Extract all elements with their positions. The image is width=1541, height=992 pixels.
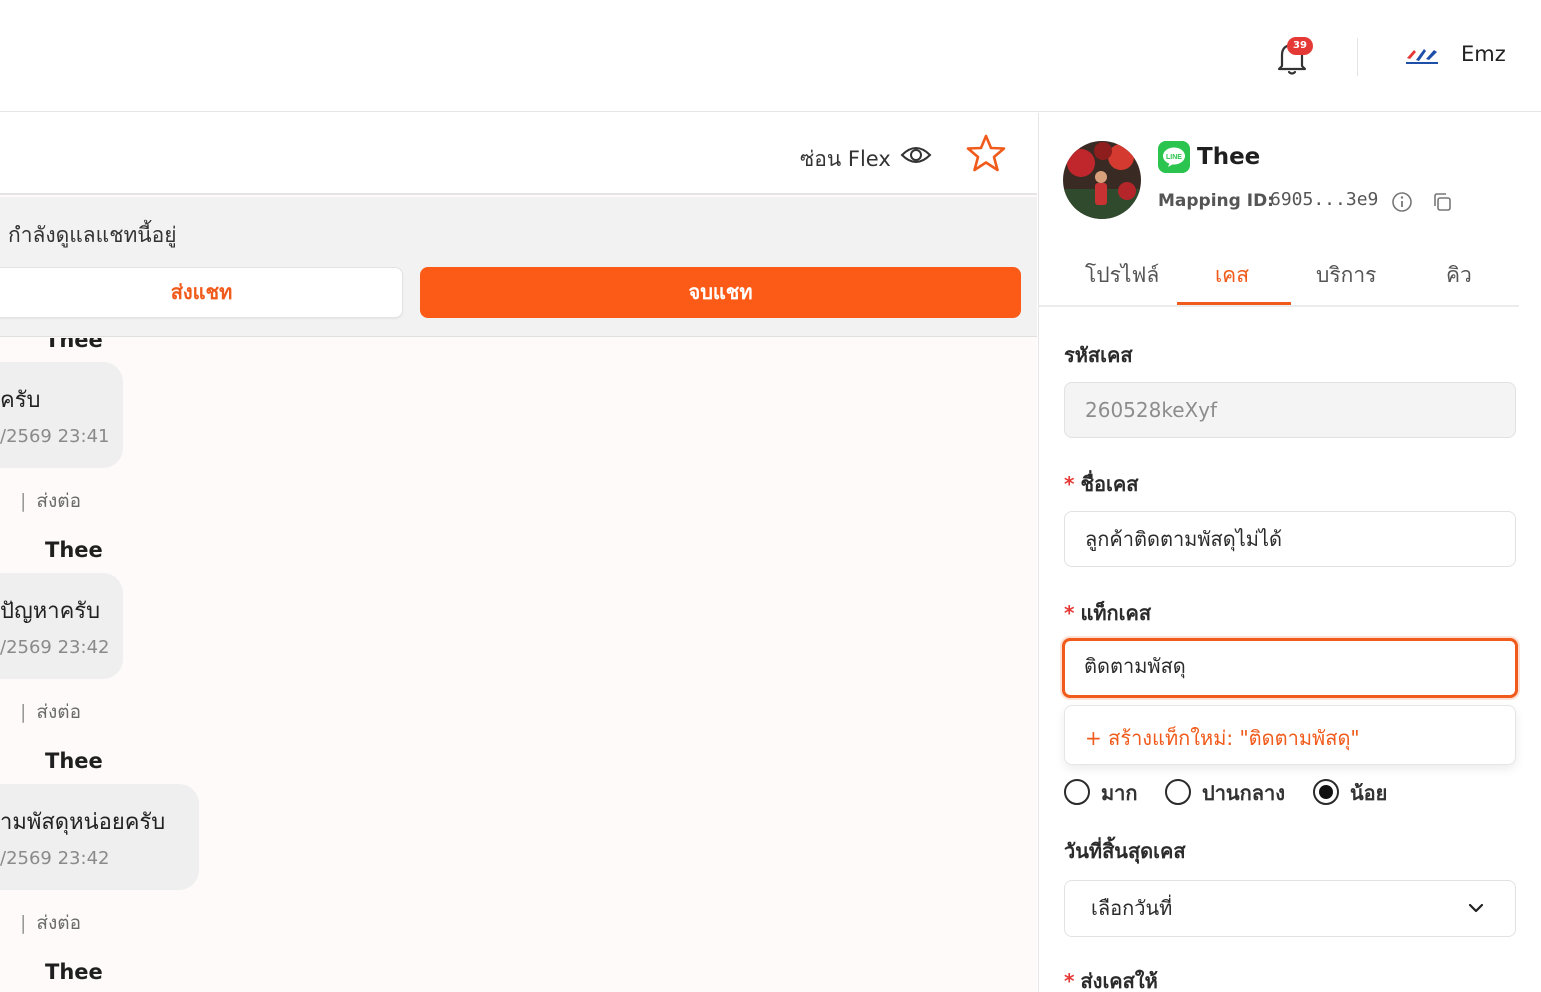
case-tag-label-text: แท็กเคส [1080, 601, 1152, 625]
message-text: ามพัสดุหน่อยครับ [0, 810, 166, 835]
company-logo [1406, 49, 1438, 64]
message-sender: Thee [45, 538, 103, 562]
top-header: 39 Emz [0, 0, 1541, 112]
care-status-text: กำลังดูแลแชทนี้อยู่ [8, 223, 177, 247]
message-actions: | ส่งต่อ [0, 908, 81, 938]
case-id-field: 260528keXyf [1064, 382, 1516, 438]
due-date-select[interactable]: เลือกวันที่ [1064, 880, 1516, 937]
due-date-placeholder: เลือกวันที่ [1091, 896, 1173, 920]
contact-name: Thee [1197, 144, 1261, 170]
message-sender: Thee [45, 960, 103, 984]
tab-case[interactable]: เคส [1215, 259, 1249, 292]
tag-suggestion-dropdown: + สร้างแท็กใหม่: "ติดตามพัสดุ" [1064, 705, 1516, 765]
forward-link[interactable]: ส่งต่อ [36, 490, 81, 512]
mapping-id-label: Mapping ID: [1158, 191, 1274, 211]
copy-icon[interactable] [1431, 191, 1453, 213]
radio-circle[interactable] [1165, 779, 1191, 805]
radio-label: ปานกลาง [1202, 781, 1285, 805]
chat-toolbar: ซ่อน Flex [0, 113, 1037, 195]
star-icon[interactable] [966, 133, 1006, 173]
chat-care-bar: กำลังดูแลแชทนี้อยู่ ส่งแชท จบแชท [0, 197, 1037, 337]
assign-case-label-text: ส่งเคสให้ [1080, 969, 1158, 992]
message-bubble: ามพัสดุหน่อยครับ /2569 23:42 [0, 784, 199, 890]
send-chat-button[interactable]: ส่งแชท [0, 267, 403, 318]
case-name-label: * ชื่อเคส [1064, 468, 1138, 500]
header-divider [1357, 38, 1358, 76]
radio-circle[interactable] [1064, 779, 1090, 805]
end-chat-button[interactable]: จบแชท [420, 267, 1021, 318]
case-tag-label: * แท็กเคส [1064, 597, 1151, 629]
tab-services[interactable]: บริการ [1316, 259, 1376, 292]
case-id-label: รหัสเคส [1064, 343, 1133, 367]
user-name[interactable]: Emz [1461, 42, 1506, 66]
info-icon[interactable] [1391, 191, 1413, 213]
active-tab-indicator [1177, 302, 1291, 305]
message-sender: Thee [45, 338, 103, 352]
radio-label: มาก [1101, 781, 1138, 805]
svg-text:LINE: LINE [1166, 154, 1182, 161]
tab-profile[interactable]: โปรไฟล์ [1085, 259, 1159, 292]
hide-flex-toggle[interactable]: ซ่อน Flex [800, 143, 891, 176]
required-marker: * [1064, 472, 1075, 496]
due-date-label: วันที่สิ้นสุดเคส [1064, 839, 1186, 863]
case-tag-input[interactable]: ติดตามพัสดุ [1062, 638, 1518, 698]
message-actions: | ส่งต่อ [0, 697, 81, 727]
chevron-down-icon [1468, 903, 1484, 913]
radio-circle-checked[interactable] [1313, 779, 1339, 805]
avatar[interactable] [1063, 141, 1141, 219]
eye-icon[interactable] [900, 141, 932, 169]
case-tabs: โปรไฟล์ เคส บริการ คิว [1039, 241, 1519, 307]
radio-label: น้อย [1350, 781, 1388, 805]
action-separator: | [20, 912, 27, 934]
forward-link[interactable]: ส่งต่อ [36, 701, 81, 723]
required-marker: * [1064, 969, 1075, 992]
assign-case-label: * ส่งเคสให้ [1064, 965, 1158, 992]
chat-pane: ซ่อน Flex กำลังดูแลแชทนี้อยู่ ส่งแชท จบแ… [0, 113, 1037, 992]
create-tag-option[interactable]: + สร้างแท็กใหม่: "ติดตามพัสดุ" [1085, 722, 1360, 754]
action-separator: | [20, 490, 27, 512]
case-name-input[interactable]: ลูกค้าติดตามพัสดุไม่ได้ [1064, 511, 1516, 567]
forward-link[interactable]: ส่งต่อ [36, 912, 81, 934]
required-marker: * [1064, 601, 1075, 625]
case-panel: LINE Thee Mapping ID: 6905...3e9 โปรไฟล์… [1038, 113, 1541, 992]
message-time: /2569 23:42 [0, 848, 110, 869]
message-list: Thee ครับ /2569 23:41 | ส่งต่อ Thee ปัญหา… [0, 338, 1037, 992]
message-sender: Thee [45, 749, 103, 773]
tab-queue[interactable]: คิว [1446, 259, 1472, 292]
message-bubble: ปัญหาครับ /2569 23:42 [0, 573, 123, 679]
message-text: ปัญหาครับ [0, 599, 101, 624]
message-time: /2569 23:41 [0, 426, 110, 447]
action-separator: | [20, 701, 27, 723]
message-bubble: ครับ /2569 23:41 [0, 362, 123, 468]
priority-radio-group: มาก ปานกลาง น้อย [1064, 777, 1516, 807]
line-app-icon: LINE [1158, 141, 1190, 173]
message-time: /2569 23:42 [0, 637, 110, 658]
mapping-id-value: 6905...3e9 [1270, 189, 1379, 210]
notification-badge: 39 [1287, 37, 1313, 55]
message-actions: | ส่งต่อ [0, 486, 81, 516]
message-text: ครับ [0, 388, 41, 413]
case-name-label-text: ชื่อเคส [1080, 472, 1139, 496]
